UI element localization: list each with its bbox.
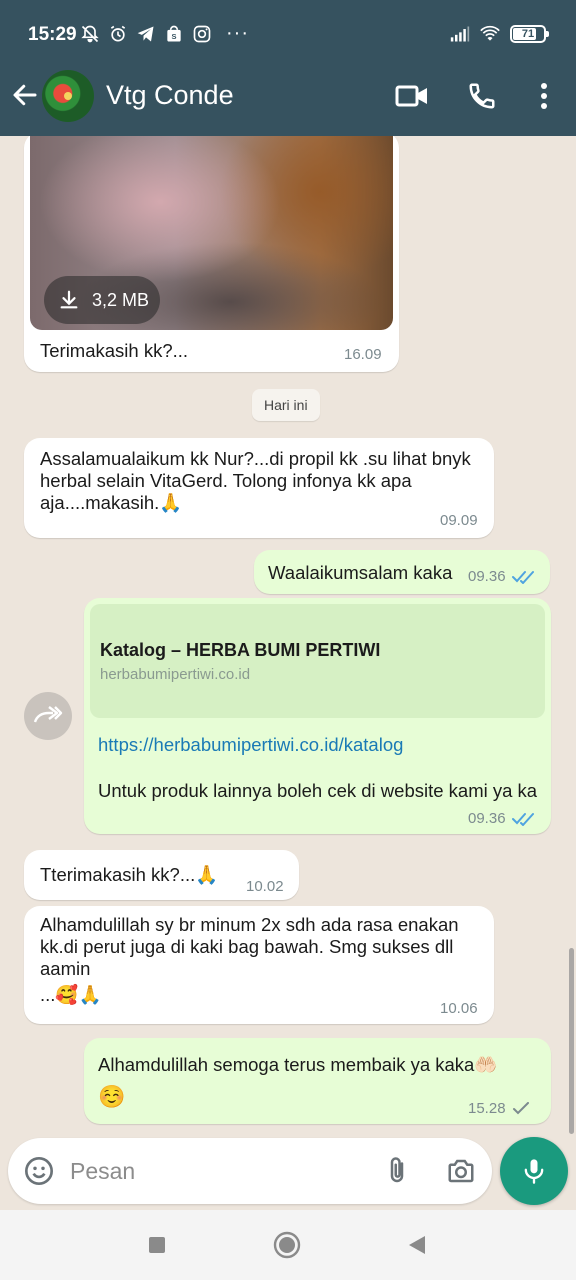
date-separator: Hari ini	[252, 389, 320, 421]
time-label: 09.36	[468, 810, 506, 827]
alarm-icon	[108, 24, 128, 44]
voice-message-button[interactable]	[500, 1137, 568, 1205]
time-label: 09.36	[468, 568, 506, 585]
top-bar: 15:29 S ··· 71 Vtg Conde	[0, 0, 576, 136]
more-notifications: ···	[226, 22, 249, 44]
link-preview-domain: herbabumipertiwi.co.id	[100, 666, 251, 683]
emoji-line: ☺️	[98, 1084, 126, 1109]
message-text: Assalamualaikum kk Nur?...di propil kk .…	[40, 448, 480, 514]
forward-button[interactable]	[24, 692, 72, 740]
signal-icon	[450, 24, 470, 44]
open-hands-emoji: 🤲🏻	[474, 1054, 498, 1075]
camera-button[interactable]	[442, 1152, 480, 1190]
message-time: 10.06	[440, 1000, 478, 1017]
link-preview-title: Katalog – HERBA BUMI PERTIWI	[100, 640, 381, 660]
notifications-off-icon	[80, 24, 100, 44]
more-vert-icon	[541, 83, 547, 109]
back-nav-button[interactable]	[402, 1230, 432, 1260]
wifi-icon	[480, 24, 500, 44]
voice-call-button[interactable]	[464, 78, 500, 114]
time-label: 09.09	[440, 512, 478, 529]
system-icons: 71	[450, 24, 549, 44]
home-button[interactable]	[272, 1230, 302, 1260]
time-label: 15.28	[468, 1100, 506, 1117]
notification-icons: S ···	[80, 22, 249, 45]
svg-text:S: S	[171, 32, 176, 41]
message-link[interactable]: https://herbabumipertiwi.co.id/katalog	[98, 734, 403, 756]
message-time: 15.28	[468, 1100, 530, 1117]
message-text: Alhamdulillah semoga terus membaik ya ka…	[98, 1054, 497, 1076]
media-size: 3,2 MB	[92, 289, 150, 310]
read-ticks-icon	[511, 812, 534, 826]
message-time: 16.09	[344, 346, 382, 363]
system-nav-bar	[0, 1210, 576, 1280]
time-label: 10.02	[246, 878, 284, 895]
emoji-icon	[25, 1157, 53, 1185]
recents-button[interactable]	[142, 1230, 172, 1260]
message-text: Waalaikumsalam kaka	[268, 562, 453, 583]
camera-icon	[448, 1159, 474, 1183]
status-time: 15:29	[28, 24, 77, 45]
arrow-back-icon	[13, 84, 37, 106]
time-label: 16.09	[344, 346, 382, 363]
contact-avatar[interactable]	[42, 70, 94, 122]
message-time: 09.09	[440, 512, 478, 529]
battery-level: 71	[521, 28, 535, 40]
video-call-icon	[395, 85, 427, 107]
message-text: Tterimakasih kk?...🙏	[40, 864, 218, 886]
outgoing-message[interactable]: Alhamdulillah semoga terus membaik ya ka…	[84, 1038, 551, 1124]
time-label: 10.06	[440, 1000, 478, 1017]
instagram-icon	[192, 24, 212, 44]
status-bar: 15:29 S ··· 71	[0, 0, 576, 70]
back-triangle-icon	[409, 1236, 425, 1254]
outgoing-link-message[interactable]: Katalog – HERBA BUMI PERTIWI herbabumipe…	[84, 598, 551, 834]
download-button[interactable]: 3,2 MB	[44, 276, 160, 324]
voice-call-icon	[469, 83, 495, 109]
sent-tick-icon	[512, 1101, 529, 1114]
message-body: Tterimakasih kk?...	[40, 864, 196, 885]
contact-name[interactable]: Vtg Conde	[106, 80, 234, 111]
outgoing-message[interactable]: Waalaikumsalam kaka 09.36	[254, 550, 550, 594]
incoming-message[interactable]: Alhamdulillah sy br minum 2x sdh ada ras…	[24, 906, 494, 1024]
emoji-line: ...🥰🙏	[40, 984, 102, 1005]
message-composer	[8, 1138, 492, 1204]
message-text: Untuk produk lainnya boleh cek di websit…	[98, 780, 538, 801]
back-button[interactable]	[10, 80, 40, 110]
message-time: 09.36	[468, 568, 536, 585]
shopping-bag-icon: S	[164, 24, 184, 44]
mic-icon	[524, 1159, 544, 1184]
link-preview[interactable]: Katalog – HERBA BUMI PERTIWI herbabumipe…	[90, 604, 545, 718]
incoming-message[interactable]: Assalamualaikum kk Nur?...di propil kk .…	[24, 438, 494, 538]
home-icon	[273, 1231, 301, 1259]
message-time: 10.02	[246, 878, 284, 895]
media-caption: Terimakasih kk?...	[40, 340, 189, 361]
chat-scrollbar[interactable]	[569, 948, 574, 1134]
pray-emoji: 🙏	[159, 492, 183, 513]
message-input[interactable]	[70, 1150, 370, 1192]
attach-icon	[390, 1157, 404, 1183]
message-text: Alhamdulillah sy br minum 2x sdh ada ras…	[40, 914, 459, 979]
download-icon	[60, 290, 78, 309]
attach-button[interactable]	[378, 1152, 416, 1190]
message-time: 09.36	[468, 810, 536, 827]
recents-icon	[149, 1237, 165, 1253]
battery-indicator: 71	[510, 25, 549, 43]
forward-icon	[33, 706, 63, 723]
telegram-icon	[136, 24, 156, 44]
read-ticks-icon	[511, 570, 534, 584]
more-options-button[interactable]	[526, 78, 562, 114]
emoji-button[interactable]	[20, 1152, 58, 1190]
incoming-message[interactable]: Tterimakasih kk?...🙏 10.02	[24, 850, 299, 900]
video-call-button[interactable]	[394, 78, 430, 114]
media-image[interactable]: 3,2 MB	[30, 136, 393, 330]
media-message[interactable]: 3,2 MB Terimakasih kk?... 16.09	[24, 136, 399, 372]
message-body: Alhamdulillah semoga terus membaik ya ka…	[98, 1054, 475, 1075]
chat-area[interactable]: 3,2 MB Terimakasih kk?... 16.09 Hari ini…	[0, 136, 576, 1136]
pray-emoji: 🙏	[195, 864, 219, 885]
message-body: Assalamualaikum kk Nur?...di propil kk .…	[40, 448, 471, 513]
